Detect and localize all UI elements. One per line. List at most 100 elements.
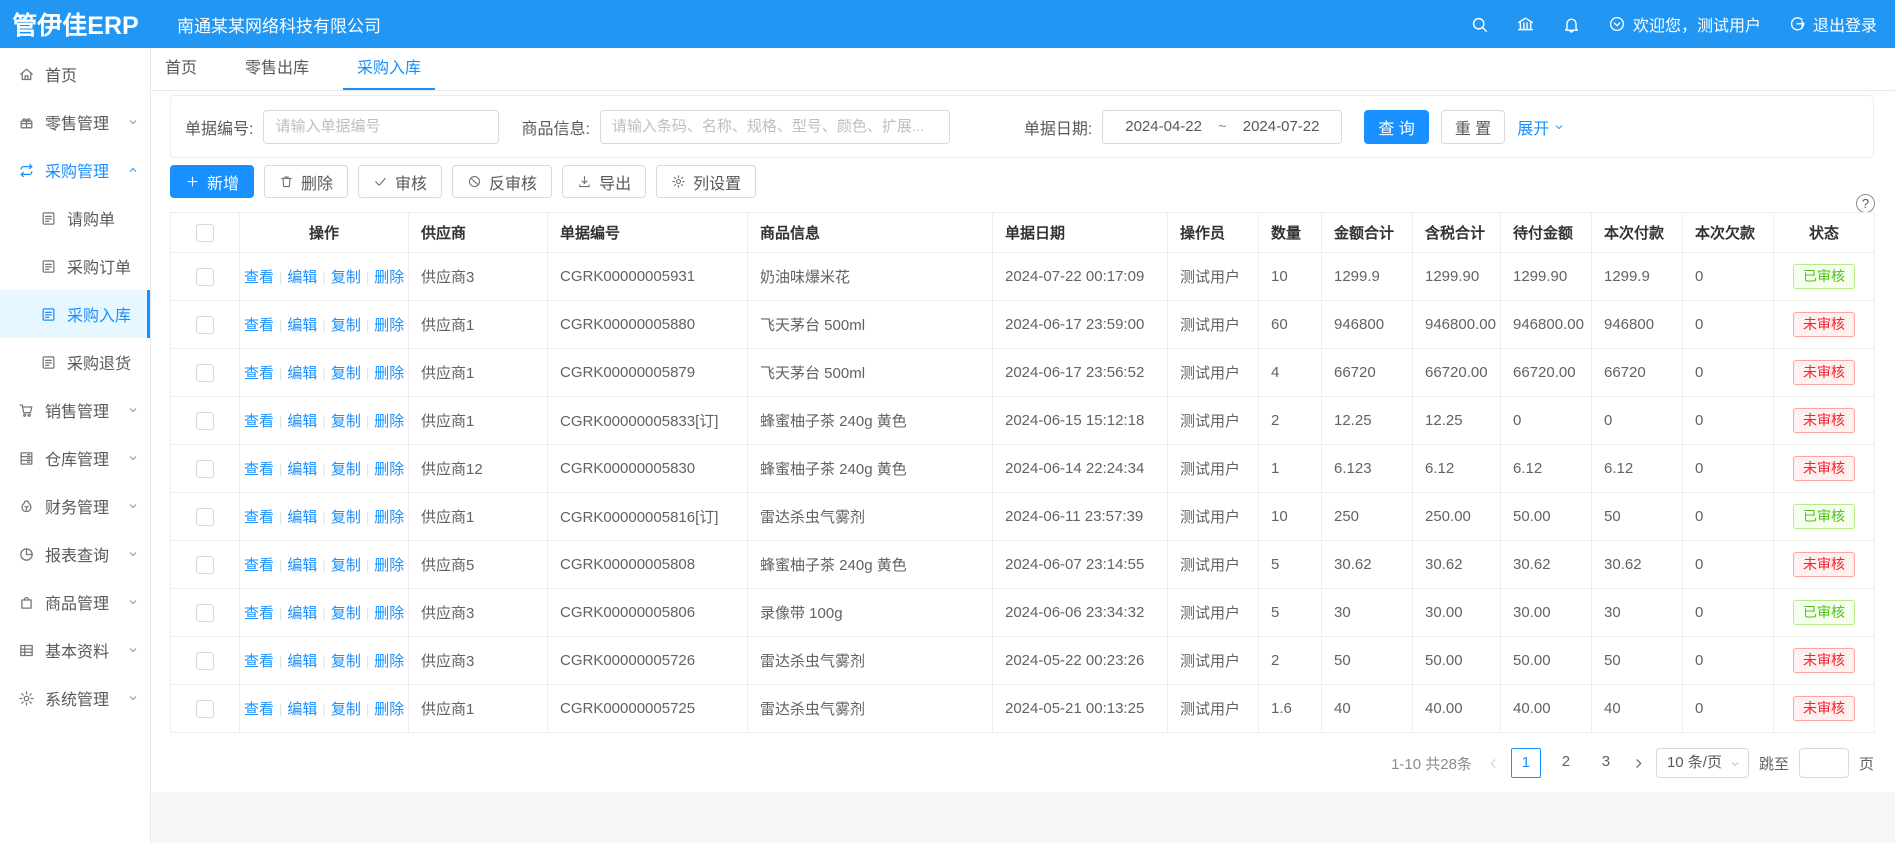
action-link-delete[interactable]: 删除 bbox=[374, 269, 404, 286]
action-link-delete[interactable]: 删除 bbox=[374, 461, 404, 478]
action-link-copy[interactable]: 复制 bbox=[331, 605, 361, 622]
page-size-select[interactable]: 10 条/页 bbox=[1656, 748, 1749, 778]
audit-button[interactable]: 审核 bbox=[358, 165, 442, 198]
row-checkbox[interactable] bbox=[196, 412, 214, 430]
action-link-delete[interactable]: 删除 bbox=[374, 653, 404, 670]
action-link-view[interactable]: 查看 bbox=[244, 557, 274, 574]
action-link-copy[interactable]: 复制 bbox=[331, 413, 361, 430]
action-link-edit[interactable]: 编辑 bbox=[287, 653, 317, 670]
page-3-button[interactable]: 3 bbox=[1591, 748, 1621, 778]
sidebar-item-purchase-return[interactable]: 采购退货 bbox=[0, 338, 150, 386]
action-link-delete[interactable]: 删除 bbox=[374, 413, 404, 430]
unaudit-button[interactable]: 反审核 bbox=[452, 165, 552, 198]
next-page-button[interactable] bbox=[1631, 756, 1646, 771]
sidebar-item-goods-mgmt[interactable]: 商品管理 bbox=[0, 578, 150, 626]
search-button[interactable]: 查 询 bbox=[1364, 110, 1428, 144]
sidebar-item-system-mgmt[interactable]: 系统管理 bbox=[0, 674, 150, 722]
action-link-delete[interactable]: 删除 bbox=[374, 509, 404, 526]
operator-cell: 测试用户 bbox=[1168, 445, 1259, 493]
column-settings-button-label: 列设置 bbox=[693, 170, 741, 194]
action-link-view[interactable]: 查看 bbox=[244, 365, 274, 382]
action-link-delete[interactable]: 删除 bbox=[374, 557, 404, 574]
column-settings-button[interactable]: 列设置 bbox=[656, 165, 756, 198]
sidebar-item-retail-mgmt[interactable]: 零售管理 bbox=[0, 98, 150, 146]
sidebar-item-purchase-mgmt[interactable]: 采购管理 bbox=[0, 146, 150, 194]
action-link-delete[interactable]: 删除 bbox=[374, 317, 404, 334]
institution-icon[interactable] bbox=[1516, 15, 1535, 34]
action-link-edit[interactable]: 编辑 bbox=[287, 317, 317, 334]
action-link-edit[interactable]: 编辑 bbox=[287, 413, 317, 430]
sidebar-item-purchase-inbound[interactable]: 采购入库 bbox=[0, 290, 150, 338]
action-link-edit[interactable]: 编辑 bbox=[287, 269, 317, 286]
search-icon[interactable] bbox=[1470, 15, 1489, 34]
sidebar-item-finance-mgmt[interactable]: 财务管理 bbox=[0, 482, 150, 530]
date-end-value[interactable]: 2024-07-22 bbox=[1243, 118, 1320, 135]
action-link-copy[interactable]: 复制 bbox=[331, 269, 361, 286]
row-checkbox[interactable] bbox=[196, 700, 214, 718]
sidebar-item-warehouse-mgmt[interactable]: 仓库管理 bbox=[0, 434, 150, 482]
check-icon bbox=[373, 174, 388, 189]
sidebar-item-sales-mgmt[interactable]: 销售管理 bbox=[0, 386, 150, 434]
prev-page-button[interactable] bbox=[1486, 756, 1501, 771]
action-link-copy[interactable]: 复制 bbox=[331, 701, 361, 718]
page-1-button[interactable]: 1 bbox=[1511, 748, 1541, 778]
sidebar-item-purchase-request[interactable]: 请购单 bbox=[0, 194, 150, 242]
row-checkbox[interactable] bbox=[196, 652, 214, 670]
action-link-copy[interactable]: 复制 bbox=[331, 461, 361, 478]
tab-retail-outbound[interactable]: 零售出库 bbox=[231, 48, 323, 90]
sidebar-item-home[interactable]: 首页 bbox=[0, 50, 150, 98]
row-checkbox[interactable] bbox=[196, 364, 214, 382]
export-button-label: 导出 bbox=[599, 170, 631, 194]
action-link-view[interactable]: 查看 bbox=[244, 653, 274, 670]
row-checkbox[interactable] bbox=[196, 556, 214, 574]
add-button[interactable]: 新增 bbox=[170, 165, 254, 198]
row-checkbox[interactable] bbox=[196, 268, 214, 286]
action-link-view[interactable]: 查看 bbox=[244, 269, 274, 286]
action-link-delete[interactable]: 删除 bbox=[374, 701, 404, 718]
action-link-view[interactable]: 查看 bbox=[244, 413, 274, 430]
row-checkbox[interactable] bbox=[196, 316, 214, 334]
sidebar-item-report-query[interactable]: 报表查询 bbox=[0, 530, 150, 578]
row-checkbox[interactable] bbox=[196, 604, 214, 622]
action-link-copy[interactable]: 复制 bbox=[331, 509, 361, 526]
date-range-picker[interactable]: 2024-04-22 ~ 2024-07-22 bbox=[1102, 110, 1342, 144]
action-link-view[interactable]: 查看 bbox=[244, 317, 274, 334]
sidebar-item-purchase-order[interactable]: 采购订单 bbox=[0, 242, 150, 290]
action-link-edit[interactable]: 编辑 bbox=[287, 605, 317, 622]
action-link-view[interactable]: 查看 bbox=[244, 509, 274, 526]
date-start-value[interactable]: 2024-04-22 bbox=[1125, 118, 1202, 135]
tab-purchase-inbound[interactable]: 采购入库 bbox=[343, 48, 435, 90]
jump-page-input[interactable] bbox=[1799, 748, 1849, 778]
action-link-copy[interactable]: 复制 bbox=[331, 653, 361, 670]
export-button[interactable]: 导出 bbox=[562, 165, 646, 198]
action-link-view[interactable]: 查看 bbox=[244, 461, 274, 478]
action-link-edit[interactable]: 编辑 bbox=[287, 557, 317, 574]
row-checkbox[interactable] bbox=[196, 460, 214, 478]
action-link-view[interactable]: 查看 bbox=[244, 605, 274, 622]
action-link-edit[interactable]: 编辑 bbox=[287, 509, 317, 526]
action-link-copy[interactable]: 复制 bbox=[331, 365, 361, 382]
action-link-edit[interactable]: 编辑 bbox=[287, 701, 317, 718]
action-link-view[interactable]: 查看 bbox=[244, 701, 274, 718]
tab-home[interactable]: 首页 bbox=[151, 48, 211, 90]
action-link-delete[interactable]: 删除 bbox=[374, 365, 404, 382]
page-2-button[interactable]: 2 bbox=[1551, 748, 1581, 778]
product-info-input[interactable] bbox=[600, 110, 950, 144]
expand-toggle[interactable]: 展开 bbox=[1517, 115, 1565, 139]
action-link-delete[interactable]: 删除 bbox=[374, 605, 404, 622]
debt-cell: 0 bbox=[1683, 685, 1774, 733]
action-link-edit[interactable]: 编辑 bbox=[287, 365, 317, 382]
doc-no-input[interactable] bbox=[263, 110, 499, 144]
row-checkbox[interactable] bbox=[196, 508, 214, 526]
action-link-copy[interactable]: 复制 bbox=[331, 557, 361, 574]
help-icon[interactable]: ? bbox=[1856, 194, 1875, 213]
action-link-edit[interactable]: 编辑 bbox=[287, 461, 317, 478]
reset-button[interactable]: 重 置 bbox=[1441, 110, 1505, 144]
select-all-checkbox[interactable] bbox=[196, 224, 214, 242]
action-link-copy[interactable]: 复制 bbox=[331, 317, 361, 334]
notification-icon[interactable] bbox=[1562, 15, 1581, 34]
welcome-user[interactable]: 欢迎您，测试用户 bbox=[1608, 12, 1761, 36]
sidebar-item-basic-data[interactable]: 基本资料 bbox=[0, 626, 150, 674]
logout-button[interactable]: 退出登录 bbox=[1788, 12, 1877, 36]
delete-button[interactable]: 删除 bbox=[264, 165, 348, 198]
